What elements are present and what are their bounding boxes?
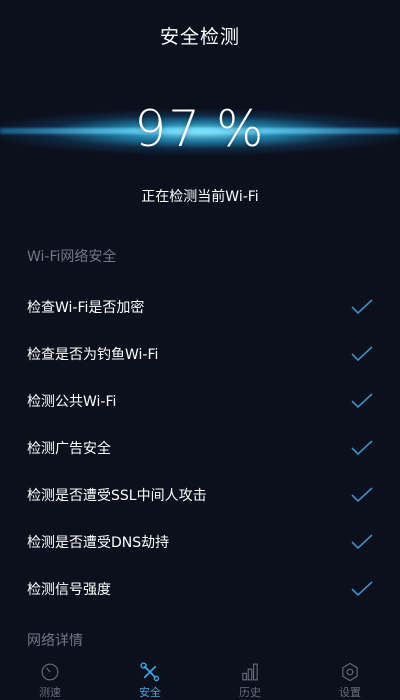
check-item-label: 检测信号强度 <box>27 581 111 598</box>
check-item-label: 检测是否遭受DNS劫持 <box>27 534 170 551</box>
progress-unit: % <box>216 100 266 158</box>
check-item-label: 检测是否遭受SSL中间人攻击 <box>27 487 207 504</box>
check-item-phishing: 检查是否为钓鱼Wi-Fi <box>0 330 400 377</box>
tab-label: 安全 <box>139 686 161 699</box>
scan-status-text: 正在检测当前Wi-Fi <box>141 189 259 205</box>
progress-value: 97 <box>134 100 203 158</box>
bar-chart-icon <box>242 663 258 681</box>
tools-icon <box>140 662 160 682</box>
speedometer-icon <box>41 663 59 681</box>
check-item-encryption: 检查Wi-Fi是否加密 <box>0 283 400 330</box>
bottom-tab-bar: 测速 安全 历史 设置 <box>0 652 400 700</box>
check-icon <box>351 298 373 314</box>
check-icon <box>351 392 373 408</box>
check-item-label: 检测公共Wi-Fi <box>27 393 117 410</box>
tab-label: 历史 <box>239 686 261 699</box>
check-item-ad-security: 检测广告安全 <box>0 424 400 471</box>
progress-readout: 97% <box>0 100 400 158</box>
tab-label: 测速 <box>39 686 61 699</box>
check-item-dns-hijack: 检测是否遭受DNS劫持 <box>0 518 400 565</box>
tab-security[interactable]: 安全 <box>100 652 200 700</box>
tab-settings[interactable]: 设置 <box>300 652 400 700</box>
check-icon <box>351 486 373 502</box>
tab-speedtest[interactable]: 测速 <box>0 652 100 700</box>
check-icon <box>351 439 373 455</box>
check-item-label: 检查Wi-Fi是否加密 <box>27 299 145 316</box>
page-title: 安全检测 <box>159 26 240 48</box>
check-item-ssl-mitm: 检测是否遭受SSL中间人攻击 <box>0 471 400 518</box>
tab-label: 设置 <box>339 686 361 699</box>
wifi-section-title: Wi-Fi网络安全 <box>27 249 117 265</box>
check-icon <box>351 580 373 596</box>
check-icon <box>351 345 373 361</box>
check-list: 检查Wi-Fi是否加密 检查是否为钓鱼Wi-Fi 检测公共Wi-Fi 检测广告安… <box>0 283 400 612</box>
check-item-label: 检查是否为钓鱼Wi-Fi <box>27 346 159 363</box>
tab-history[interactable]: 历史 <box>200 652 300 700</box>
check-icon <box>351 533 373 549</box>
check-item-public-wifi: 检测公共Wi-Fi <box>0 377 400 424</box>
check-item-signal-strength: 检测信号强度 <box>0 565 400 612</box>
network-details-section-title: 网络详情 <box>27 633 83 649</box>
gear-icon <box>342 662 358 682</box>
check-item-label: 检测广告安全 <box>27 440 111 457</box>
